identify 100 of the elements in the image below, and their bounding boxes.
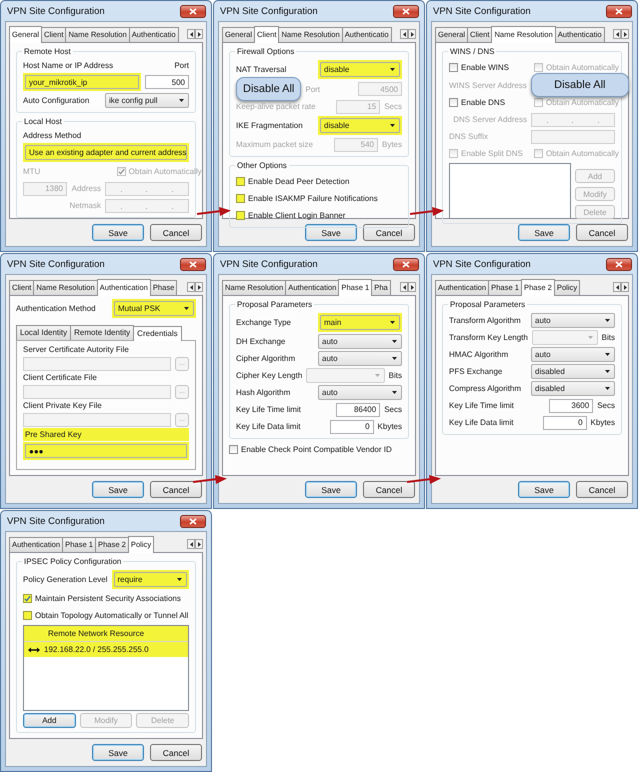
dropdown[interactable]: disabled	[531, 364, 615, 379]
checkbox[interactable]	[229, 445, 238, 454]
dialog-button[interactable]: Cancel	[576, 481, 628, 498]
left-triangle-icon	[190, 32, 192, 36]
unit-label: Secs	[597, 400, 615, 411]
dialog-button[interactable]: Save	[518, 481, 570, 498]
caret-icon	[389, 123, 396, 128]
close-icon	[189, 8, 197, 14]
list-box[interactable]: Remote Network Resource 192.168.22.0 / 255.255.255.0	[23, 625, 189, 711]
close-button[interactable]	[606, 4, 632, 18]
window-title: VPN Site Configuration	[7, 516, 105, 526]
field-label: Host Name or IP Address	[23, 60, 114, 71]
dialog-button[interactable]: Save	[518, 224, 570, 241]
group-title: WINS / DNS	[448, 46, 496, 57]
number-field[interactable]: 3600	[549, 398, 594, 412]
close-button[interactable]	[180, 4, 206, 18]
checkbox-label: Maintain Persistent Security Associations	[35, 594, 181, 603]
caret-icon	[604, 369, 611, 374]
dialog-button[interactable]: Save	[305, 481, 357, 498]
dialog-button[interactable]: Cancel	[150, 744, 202, 761]
checkbox[interactable]	[449, 63, 458, 72]
dropdown[interactable]: require	[114, 572, 187, 587]
text-field[interactable]: ●●●	[25, 444, 187, 458]
checkbox-label: Obtain Automatically	[546, 149, 619, 158]
scroll-left-button[interactable]	[187, 282, 195, 292]
scroll-right-button[interactable]	[621, 29, 629, 39]
field-label: Key Life Data limit	[236, 421, 302, 432]
list-row[interactable]: 192.168.22.0 / 255.255.255.0	[24, 642, 188, 657]
dropdown[interactable]: auto	[318, 351, 402, 366]
scroll-left-button[interactable]	[613, 29, 621, 39]
field-label: Cipher Key Length	[236, 370, 302, 381]
scroll-left-button[interactable]	[613, 282, 621, 292]
field-label: HMAC Algorithm	[449, 349, 510, 360]
checkbox[interactable]	[236, 211, 245, 220]
left-triangle-icon	[402, 32, 406, 36]
dropdown[interactable]: auto	[531, 347, 615, 362]
dropdown[interactable]: Mutual PSK	[114, 301, 194, 316]
field-label: Authentication Method	[16, 303, 97, 314]
right-triangle-icon	[198, 542, 200, 546]
checkbox[interactable]	[449, 98, 458, 107]
checkbox-label: Enable Client Login Banner	[248, 211, 346, 220]
dialog-button[interactable]: Cancel	[150, 224, 202, 241]
scroll-right-button[interactable]	[621, 282, 629, 292]
dialog-button[interactable]: Save	[305, 224, 357, 241]
dialog-button[interactable]: Save	[92, 744, 144, 761]
dropdown[interactable]: main	[320, 315, 400, 330]
scroll-right-button[interactable]	[195, 539, 203, 549]
tab[interactable]: Credentials	[133, 326, 182, 341]
field-label: Transform Algorithm	[449, 315, 522, 326]
window-title: VPN Site Configuration	[433, 6, 531, 16]
group-title: Local Host	[22, 116, 64, 127]
dialog-button[interactable]: Cancel	[363, 224, 415, 241]
checkbox-label: Enable Check Point Compatible Vendor ID	[241, 445, 392, 454]
scroll-left-button[interactable]	[187, 539, 195, 549]
dropdown[interactable]: auto	[318, 334, 402, 349]
dropdown[interactable]: auto	[318, 385, 402, 400]
close-button[interactable]	[180, 258, 206, 270]
field-label: Port	[174, 60, 189, 71]
number-field[interactable]: 0	[542, 416, 587, 430]
scroll-left-button[interactable]	[400, 29, 408, 39]
close-button[interactable]	[393, 4, 419, 18]
field-label: Port	[305, 84, 322, 94]
dialog-button[interactable]: Cancel	[150, 481, 202, 498]
dropdown[interactable]: disable	[320, 118, 400, 133]
scroll-right-button[interactable]	[408, 29, 416, 39]
checkbox[interactable]	[236, 194, 245, 203]
dropdown[interactable]: auto	[531, 313, 615, 328]
tab[interactable]: Remote Identity	[70, 325, 134, 340]
checkbox[interactable]	[236, 177, 245, 186]
dropdown[interactable]: ike config pull	[105, 93, 189, 108]
checkbox[interactable]	[23, 594, 32, 603]
close-button[interactable]	[393, 258, 419, 270]
list-box[interactable]	[449, 163, 571, 219]
field-label: PFS Exchange	[449, 366, 504, 377]
caret-icon	[178, 98, 185, 103]
close-button[interactable]	[180, 514, 206, 528]
scroll-left-button[interactable]	[400, 282, 408, 292]
scroll-right-button[interactable]	[195, 282, 203, 292]
scroll-right-button[interactable]	[195, 29, 203, 39]
caret-icon	[604, 352, 611, 357]
action-button[interactable]: Add	[23, 713, 76, 728]
checkbox-label: Enable ISAKMP Failure Notifications	[248, 194, 378, 203]
dialog-button[interactable]: Save	[92, 481, 144, 498]
scroll-right-button[interactable]	[408, 282, 416, 292]
text-field[interactable]: your_mikrotik_ip	[25, 75, 139, 89]
dropdown[interactable]: Use an existing adapter and current address	[25, 145, 187, 160]
scroll-left-button[interactable]	[187, 29, 195, 39]
dropdown[interactable]: disabled	[531, 381, 615, 396]
checkbox[interactable]	[23, 611, 32, 620]
number-field[interactable]: 86400	[336, 402, 380, 416]
dropdown[interactable]: disable	[320, 62, 400, 77]
dialog-button[interactable]: Save	[92, 224, 144, 241]
caret-icon	[391, 390, 398, 395]
dialog-button[interactable]: Cancel	[363, 481, 415, 498]
dialog-button[interactable]: Cancel	[576, 224, 628, 241]
tab[interactable]: Local Identity	[16, 325, 72, 340]
number-field[interactable]: 500	[145, 75, 189, 89]
close-button[interactable]	[606, 258, 632, 270]
field-label: Exchange Type	[236, 317, 292, 328]
number-field[interactable]: 0	[330, 420, 374, 434]
